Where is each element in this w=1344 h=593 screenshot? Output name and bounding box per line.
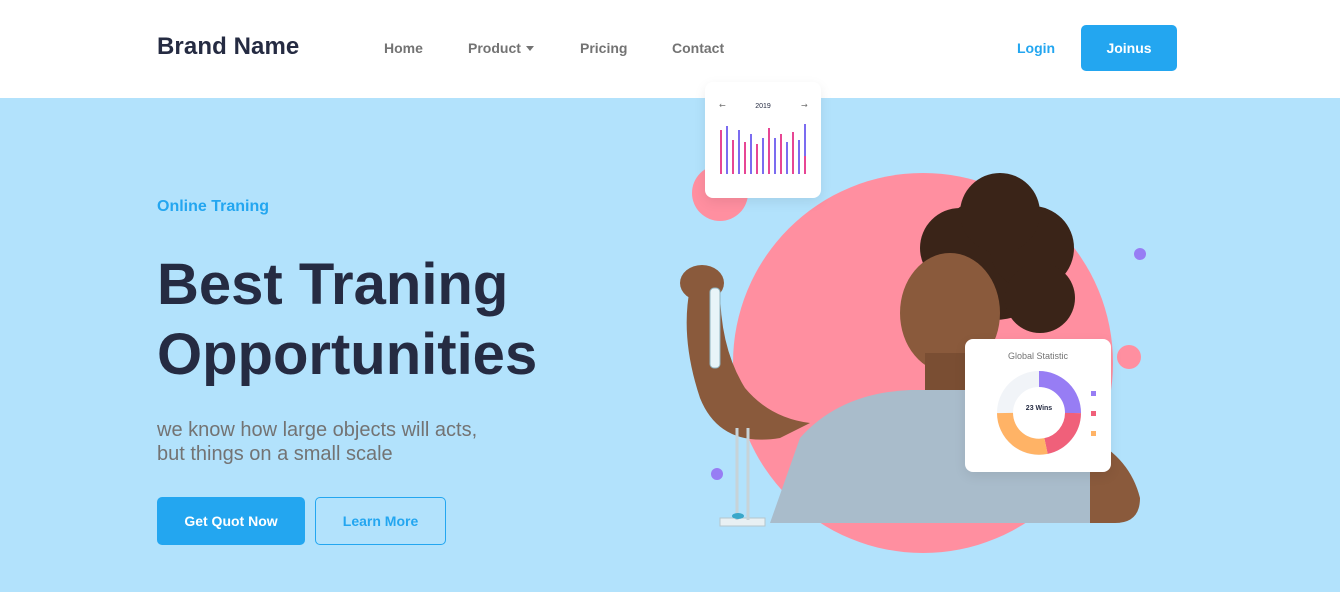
hero-headline-line2: Opportunities (157, 322, 538, 387)
pink-dot-shape (1117, 345, 1141, 369)
mini-bar-chart (720, 124, 806, 174)
nav-link-product[interactable]: Product (468, 40, 534, 56)
learn-more-button[interactable]: Learn More (315, 497, 446, 545)
nav-link-contact[interactable]: Contact (672, 40, 724, 56)
hero-subtitle-line2: but things on a small scale (157, 443, 393, 465)
legend-swatch-pink (1091, 411, 1096, 416)
purple-dot-small-shape (711, 468, 723, 480)
donut-chart (997, 371, 1081, 455)
chart-card: ← 2019 → (705, 82, 821, 198)
nav-link-product-label: Product (468, 40, 521, 56)
login-link[interactable]: Login (1017, 40, 1055, 56)
chevron-down-icon (525, 46, 534, 51)
test-tube-shape (709, 287, 721, 369)
join-button[interactable]: Joinus (1081, 25, 1177, 71)
brand-logo[interactable]: Brand Name (157, 33, 299, 61)
stat-card-title: Global Statistic (1007, 351, 1069, 361)
next-arrow-icon[interactable]: → (801, 101, 808, 110)
hero-eyebrow: Online Traning (157, 198, 270, 215)
hero-subtitle: we know how large objects will acts, but… (157, 418, 577, 466)
global-statistic-card: Global Statistic 23 Wins (965, 339, 1111, 472)
hero-headline: Best Traning Opportunities (157, 250, 637, 390)
hero-subtitle-line1: we know how large objects will acts, (157, 419, 478, 441)
prev-arrow-icon[interactable]: ← (719, 101, 726, 110)
legend-swatch-orange (1091, 431, 1096, 436)
get-quote-button[interactable]: Get Quot Now (157, 497, 305, 545)
legend-swatch-purple (1091, 391, 1096, 396)
hero-headline-line1: Best Traning (157, 252, 509, 317)
navbar: Brand Name Home Product Pricing Contact … (0, 0, 1344, 98)
chart-card-year: 2019 (755, 103, 771, 110)
chart-card-graphic: ← 2019 → (719, 101, 808, 174)
stat-card-center-label: 23 Wins (1025, 405, 1053, 412)
purple-dot-shape (1134, 248, 1146, 260)
hero-section: Online Traning Best Traning Opportunitie… (0, 98, 1340, 592)
nav-link-pricing[interactable]: Pricing (580, 40, 627, 56)
nav-link-home[interactable]: Home (384, 40, 423, 56)
